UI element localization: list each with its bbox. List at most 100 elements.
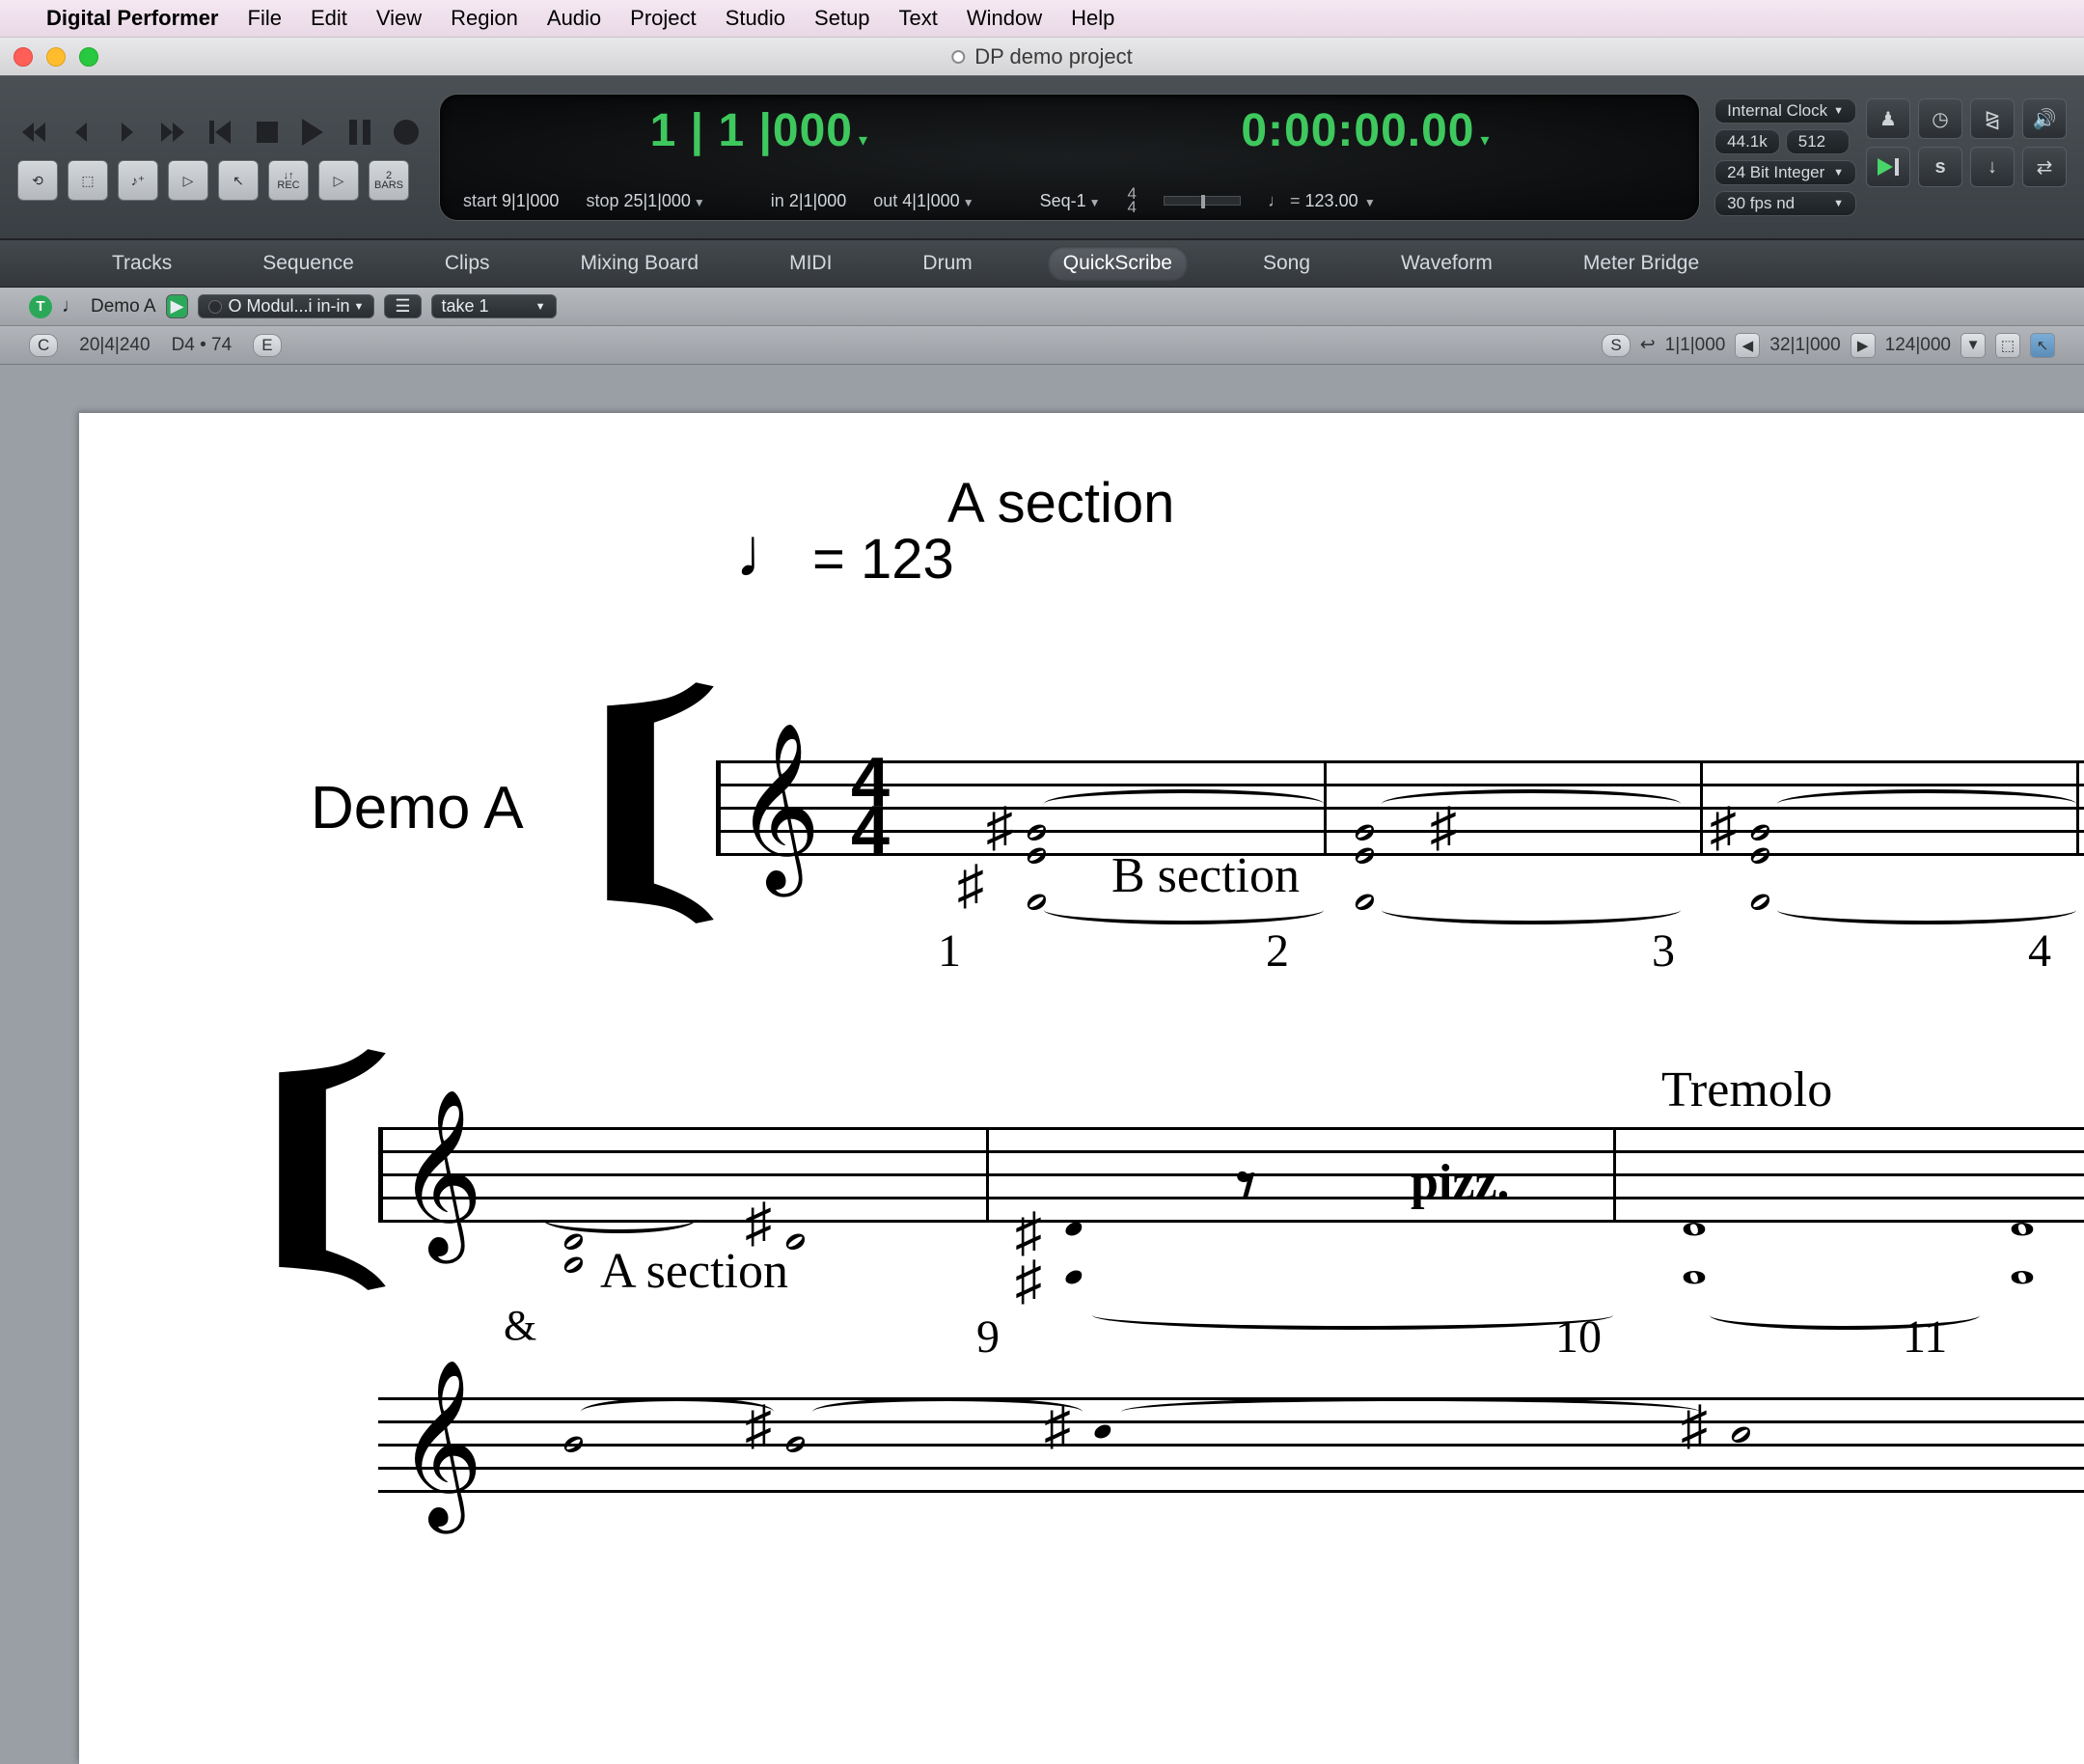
record-button[interactable]: [388, 114, 425, 151]
tempo-display[interactable]: ♩ = 123.00 ▼: [1268, 191, 1376, 211]
play-button[interactable]: [295, 114, 332, 151]
solo-button[interactable]: s: [1918, 147, 1962, 187]
zoom-button[interactable]: [79, 47, 98, 67]
link-icon[interactable]: ↩: [1640, 334, 1656, 356]
bars-tool[interactable]: 2BARS: [369, 160, 409, 201]
minimize-button[interactable]: [46, 47, 66, 67]
menu-region[interactable]: Region: [451, 6, 518, 31]
download-button[interactable]: ↓: [1970, 147, 2015, 187]
pause-button[interactable]: [342, 114, 378, 151]
tab-song[interactable]: Song: [1248, 246, 1326, 281]
menu-view[interactable]: View: [376, 6, 422, 31]
s-button[interactable]: S: [1602, 334, 1630, 357]
sample-rate[interactable]: 44.1k: [1714, 129, 1780, 154]
marker-tool-5[interactable]: ↖: [218, 160, 259, 201]
tremolo-marking[interactable]: Tremolo: [1661, 1061, 1832, 1118]
track-type-badge[interactable]: T: [29, 295, 52, 318]
menu-studio[interactable]: Studio: [726, 6, 785, 31]
e-button[interactable]: E: [253, 334, 281, 357]
tab-meter-bridge[interactable]: Meter Bridge: [1568, 246, 1714, 281]
stop-button[interactable]: [249, 114, 286, 151]
tie: [542, 1204, 697, 1233]
output-selector[interactable]: O Modul...i in-in▼: [198, 294, 374, 318]
frame-rate[interactable]: 30 fps nd▼: [1714, 191, 1856, 216]
overdub-tool[interactable]: ▷: [318, 160, 359, 201]
time-signature[interactable]: 44: [851, 758, 890, 855]
menu-help[interactable]: Help: [1071, 6, 1114, 31]
bar-number-3: 3: [1652, 924, 1675, 978]
view-tabs: Tracks Sequence Clips Mixing Board MIDI …: [0, 239, 2084, 288]
score-viewport[interactable]: A section ♩ = 123 Demo A 𝄕 𝄞 44: [0, 365, 2084, 1764]
marker-tool-3[interactable]: ♪⁺: [118, 160, 158, 201]
menu-audio[interactable]: Audio: [547, 6, 601, 31]
forward-button[interactable]: [110, 114, 147, 151]
time-counter[interactable]: 0:00:00.00▾: [1241, 104, 1489, 157]
marker-tool-2[interactable]: ⬚: [68, 160, 108, 201]
speaker-button[interactable]: 🔊: [2022, 98, 2067, 139]
tab-midi[interactable]: MIDI: [774, 246, 847, 281]
app-name[interactable]: Digital Performer: [46, 6, 219, 31]
tab-quickscribe[interactable]: QuickScribe: [1048, 246, 1188, 281]
score-page[interactable]: A section ♩ = 123 Demo A 𝄕 𝄞 44: [79, 413, 2084, 1764]
skip-back-button[interactable]: [203, 114, 239, 151]
bar-number-10: 10: [1555, 1310, 1602, 1364]
section-marker-a2[interactable]: A section: [600, 1243, 788, 1300]
tie: [812, 1397, 1083, 1426]
tempo-slider[interactable]: [1164, 196, 1241, 206]
tab-drum[interactable]: Drum: [907, 246, 987, 281]
link-button[interactable]: ⇄: [2022, 147, 2067, 187]
menu-setup[interactable]: Setup: [814, 6, 870, 31]
counter-sub: start 9|1|000 stop 25|1|000▼ in 2|1|000 …: [463, 187, 1676, 214]
range-dropdown[interactable]: ▼: [1961, 333, 1986, 358]
marker-tool-4[interactable]: ▷: [168, 160, 208, 201]
out-value[interactable]: 4|1|000: [902, 191, 959, 210]
menu-text[interactable]: Text: [899, 6, 938, 31]
tab-clips[interactable]: Clips: [429, 246, 506, 281]
in-value[interactable]: 2|1|000: [789, 191, 846, 210]
range-total[interactable]: 124|000: [1885, 335, 1951, 356]
menu-project[interactable]: Project: [630, 6, 696, 31]
rewind-button[interactable]: [17, 114, 54, 151]
clock-source[interactable]: Internal Clock▼: [1714, 98, 1856, 124]
ampersand: &: [504, 1301, 536, 1350]
tab-tracks[interactable]: Tracks: [96, 246, 187, 281]
clock-button[interactable]: ◷: [1918, 98, 1962, 139]
prev-range[interactable]: ◀: [1735, 333, 1760, 358]
menu-file[interactable]: File: [248, 6, 282, 31]
range-start[interactable]: 1|1|000: [1665, 335, 1726, 356]
next-range[interactable]: ▶: [1851, 333, 1876, 358]
back-button[interactable]: [64, 114, 100, 151]
tab-mixing-board[interactable]: Mixing Board: [565, 246, 715, 281]
tool-cursor[interactable]: ↖: [2030, 333, 2055, 358]
bit-format[interactable]: 24 Bit Integer▼: [1714, 160, 1856, 185]
play-enable[interactable]: ▶: [166, 294, 189, 318]
stop-value[interactable]: 25|1|000: [623, 191, 690, 210]
start-value[interactable]: 9|1|000: [502, 191, 559, 210]
tool-pointer[interactable]: ⬚: [1995, 333, 2020, 358]
sequence-selector[interactable]: Seq-1: [1040, 191, 1086, 210]
tab-waveform[interactable]: Waveform: [1385, 246, 1508, 281]
take-selector[interactable]: take 1▼: [431, 294, 557, 318]
click-button[interactable]: ♟: [1866, 98, 1910, 139]
section-marker-a[interactable]: A section: [947, 471, 1174, 536]
tab-sequence[interactable]: Sequence: [247, 246, 370, 281]
list-icon[interactable]: ☰: [384, 294, 421, 318]
range-end[interactable]: 32|1|000: [1769, 335, 1840, 356]
tie: [1777, 789, 2076, 818]
bars-counter[interactable]: 1 | 1 |000▾: [650, 104, 867, 157]
metronome-button[interactable]: ⧎: [1970, 98, 2015, 139]
section-marker-b[interactable]: B section: [1111, 847, 1300, 904]
auto-play-button[interactable]: [1866, 147, 1910, 187]
tempo-marking[interactable]: ♩ = 123: [735, 519, 954, 598]
menu-edit[interactable]: Edit: [311, 6, 347, 31]
tie: [1777, 896, 2076, 924]
rec-tool[interactable]: ↓↑REC: [268, 160, 309, 201]
marker-tool-1[interactable]: ⟲: [17, 160, 58, 201]
menu-window[interactable]: Window: [967, 6, 1042, 31]
c-button[interactable]: C: [29, 334, 58, 357]
close-button[interactable]: [14, 47, 33, 67]
buffer-size[interactable]: 512: [1786, 129, 1850, 154]
meter-display[interactable]: 44: [1128, 187, 1137, 214]
fast-forward-button[interactable]: [156, 114, 193, 151]
pizz-marking[interactable]: pizz.: [1411, 1154, 1510, 1211]
